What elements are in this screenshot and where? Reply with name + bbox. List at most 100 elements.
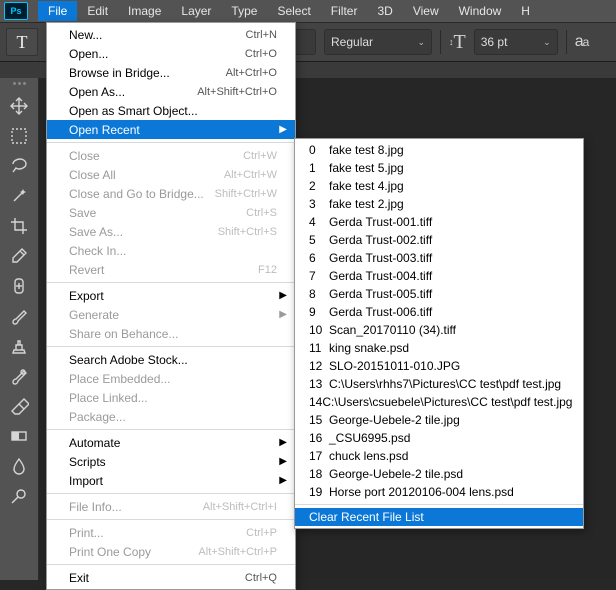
- menu-item-label: Exit: [69, 571, 89, 585]
- recent-file-item[interactable]: 18George-Uebele-2 tile.psd: [295, 465, 583, 483]
- brush-tool[interactable]: [4, 302, 34, 330]
- clear-recent-file-list[interactable]: Clear Recent File List: [295, 508, 583, 526]
- recent-file-name: fake test 2.jpg: [329, 197, 404, 211]
- healing-brush-tool[interactable]: [4, 272, 34, 300]
- menu-h[interactable]: H: [511, 1, 540, 21]
- move-tool[interactable]: [4, 92, 34, 120]
- submenu-arrow-icon: ▶: [279, 456, 287, 467]
- recent-file-index: 6: [309, 251, 329, 265]
- menu-item-export[interactable]: Export▶: [47, 286, 295, 305]
- menu-view[interactable]: View: [403, 1, 449, 21]
- recent-file-item[interactable]: 0fake test 8.jpg: [295, 141, 583, 159]
- app-logo: Ps: [4, 2, 28, 20]
- menu-item-save: SaveCtrl+S: [47, 203, 295, 222]
- menu-item-new[interactable]: New...Ctrl+N: [47, 25, 295, 44]
- recent-file-item[interactable]: 7Gerda Trust-004.tiff: [295, 267, 583, 285]
- lasso-tool[interactable]: [4, 152, 34, 180]
- recent-file-name: Gerda Trust-005.tiff: [329, 287, 432, 301]
- menu-item-file-info: File Info...Alt+Shift+Ctrl+I: [47, 497, 295, 516]
- tool-preset-button[interactable]: T: [6, 28, 38, 56]
- menu-window[interactable]: Window: [449, 1, 512, 21]
- recent-file-item[interactable]: 8Gerda Trust-005.tiff: [295, 285, 583, 303]
- menu-shortcut: Alt+Shift+Ctrl+O: [197, 86, 277, 98]
- menu-item-label: Save: [69, 206, 96, 220]
- blur-tool[interactable]: [4, 452, 34, 480]
- recent-file-item[interactable]: 10Scan_20170110 (34).tiff: [295, 321, 583, 339]
- menu-item-search-adobe-stock[interactable]: Search Adobe Stock...: [47, 350, 295, 369]
- recent-file-item[interactable]: 15George-Uebele-2 tile.jpg: [295, 411, 583, 429]
- menu-item-label: Open...: [69, 47, 108, 61]
- recent-file-item[interactable]: 6Gerda Trust-003.tiff: [295, 249, 583, 267]
- recent-file-item[interactable]: 16_CSU6995.psd: [295, 429, 583, 447]
- menu-shortcut: Ctrl+Q: [245, 572, 277, 584]
- eraser-tool[interactable]: [4, 392, 34, 420]
- menu-item-scripts[interactable]: Scripts ▶: [47, 452, 295, 471]
- menu-item-import[interactable]: Import▶: [47, 471, 295, 490]
- gradient-tool[interactable]: [4, 422, 34, 450]
- menu-item-place-embedded: Place Embedded...: [47, 369, 295, 388]
- recent-file-item[interactable]: 14C:\Users\csuebele\Pictures\CC test\pdf…: [295, 393, 583, 411]
- menu-item-label: Search Adobe Stock...: [69, 353, 188, 367]
- recent-file-index: 13: [309, 377, 329, 391]
- magic-wand-tool[interactable]: [4, 182, 34, 210]
- menu-item-browse-in-bridge[interactable]: Browse in Bridge...Alt+Ctrl+O: [47, 63, 295, 82]
- recent-file-item[interactable]: 3fake test 2.jpg: [295, 195, 583, 213]
- menu-item-label: Close: [69, 149, 100, 163]
- recent-file-item[interactable]: 5Gerda Trust-002.tiff: [295, 231, 583, 249]
- menu-item-label: Share on Behance...: [69, 327, 178, 341]
- font-size-select[interactable]: 36 pt ⌄: [474, 29, 558, 55]
- recent-file-item[interactable]: 9Gerda Trust-006.tiff: [295, 303, 583, 321]
- menu-item-open[interactable]: Open...Ctrl+O: [47, 44, 295, 63]
- recent-file-item[interactable]: 1fake test 5.jpg: [295, 159, 583, 177]
- marquee-tool[interactable]: [4, 122, 34, 150]
- recent-file-index: 0: [309, 143, 329, 157]
- menu-item-open-as-smart-object[interactable]: Open as Smart Object...: [47, 101, 295, 120]
- menu-type[interactable]: Type: [221, 1, 267, 21]
- recent-file-index: 19: [309, 485, 329, 499]
- menu-shortcut: F12: [258, 264, 277, 276]
- recent-file-item[interactable]: 4Gerda Trust-001.tiff: [295, 213, 583, 231]
- separator: [566, 30, 567, 54]
- menu-item-open-recent[interactable]: Open Recent▶: [47, 120, 295, 139]
- menu-item-save-as: Save As...Shift+Ctrl+S: [47, 222, 295, 241]
- eyedropper-tool[interactable]: [4, 242, 34, 270]
- dodge-tool[interactable]: [4, 482, 34, 510]
- menu-filter[interactable]: Filter: [321, 1, 368, 21]
- menu-image[interactable]: Image: [118, 1, 171, 21]
- recent-file-item[interactable]: 13C:\Users\rhhs7\Pictures\CC test\pdf te…: [295, 375, 583, 393]
- menu-item-automate[interactable]: Automate▶: [47, 433, 295, 452]
- menu-shortcut: Alt+Shift+Ctrl+P: [198, 546, 277, 558]
- menu-layer[interactable]: Layer: [171, 1, 221, 21]
- menu-item-print: Print...Ctrl+P: [47, 523, 295, 542]
- menu-item-share-on-behance: Share on Behance...: [47, 324, 295, 343]
- menu-item-place-linked: Place Linked...: [47, 388, 295, 407]
- menu-item-package: Package...: [47, 407, 295, 426]
- menu-3d[interactable]: 3D: [367, 1, 402, 21]
- panel-grip[interactable]: [9, 82, 29, 88]
- clone-stamp-tool[interactable]: [4, 332, 34, 360]
- menu-select[interactable]: Select: [267, 1, 320, 21]
- crop-tool[interactable]: [4, 212, 34, 240]
- recent-file-item[interactable]: 11king snake.psd: [295, 339, 583, 357]
- submenu-arrow-icon: ▶: [279, 475, 287, 486]
- menu-item-label: Scripts: [69, 455, 106, 469]
- menu-item-label: Close and Go to Bridge...: [69, 187, 204, 201]
- recent-file-item[interactable]: 12SLO-20151011-010.JPG: [295, 357, 583, 375]
- menu-item-label: Place Embedded...: [69, 372, 170, 386]
- font-style-select[interactable]: Regular ⌄: [324, 29, 432, 55]
- recent-file-item[interactable]: 19Horse port 20120106-004 lens.psd: [295, 483, 583, 501]
- history-brush-tool[interactable]: [4, 362, 34, 390]
- recent-file-item[interactable]: 2fake test 4.jpg: [295, 177, 583, 195]
- menu-file[interactable]: File: [38, 1, 77, 21]
- recent-file-name: George-Uebele-2 tile.jpg: [329, 413, 460, 427]
- recent-file-name: SLO-20151011-010.JPG: [329, 359, 460, 373]
- menu-item-label: Check In...: [69, 244, 126, 258]
- recent-file-item[interactable]: 17chuck lens.psd: [295, 447, 583, 465]
- antialias-icon: aa: [575, 33, 589, 51]
- font-style-value: Regular: [331, 35, 373, 49]
- menu-item-label: Clear Recent File List: [309, 510, 424, 524]
- menu-item-exit[interactable]: Exit Ctrl+Q: [47, 568, 295, 587]
- menu-item-open-as[interactable]: Open As...Alt+Shift+Ctrl+O: [47, 82, 295, 101]
- recent-file-name: Horse port 20120106-004 lens.psd: [329, 485, 514, 499]
- menu-edit[interactable]: Edit: [77, 1, 118, 21]
